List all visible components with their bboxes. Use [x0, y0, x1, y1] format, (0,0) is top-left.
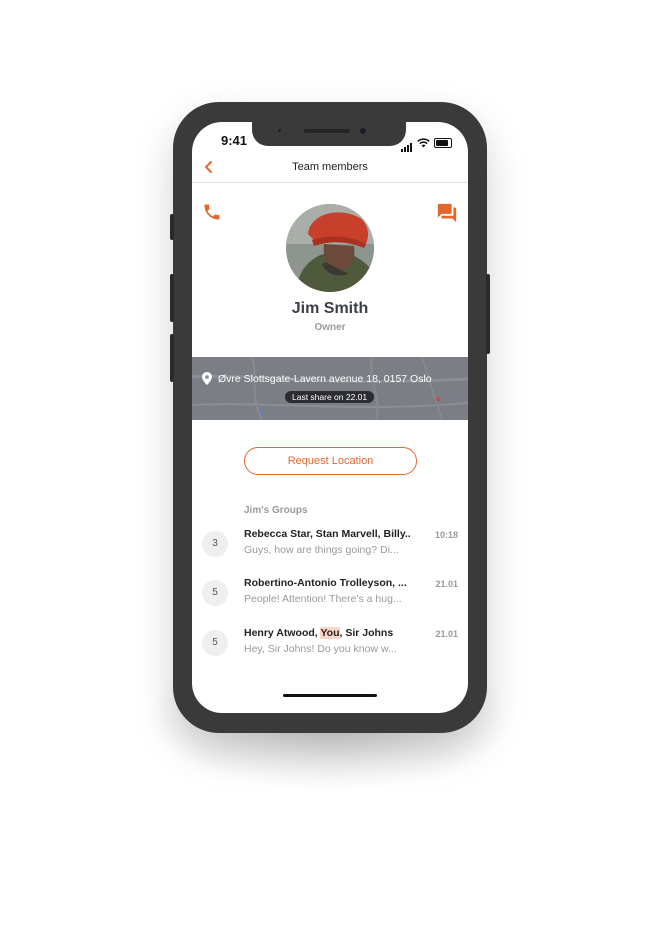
avatar	[286, 204, 374, 292]
volume-up-button	[170, 274, 174, 322]
group-preview: People! Attention! There's a hug...	[244, 593, 402, 605]
profile-role: Owner	[314, 322, 346, 333]
phone-icon	[204, 204, 220, 220]
side-button	[486, 274, 490, 354]
last-share-badge: Last share on 22.01	[285, 391, 375, 403]
message-button[interactable]	[436, 202, 458, 229]
location-pin-icon	[202, 372, 212, 385]
group-time: 10:18	[434, 530, 458, 540]
group-preview: Hey, Sir Johns! Do you know w...	[244, 643, 397, 655]
group-title-end: , Sir Johns	[339, 627, 394, 639]
group-list-item[interactable]: 3 Rebecca Star, Stan Marvell, Billy.. Gu…	[202, 528, 458, 562]
page-title: Team members	[292, 161, 368, 173]
signal-icon	[401, 134, 413, 152]
chat-icon	[437, 203, 457, 223]
request-location-button[interactable]: Request Location	[244, 447, 417, 475]
group-time: 21.01	[435, 579, 458, 589]
status-icons	[401, 134, 452, 152]
mute-switch	[170, 214, 174, 240]
groups-heading: Jim's Groups	[244, 505, 308, 516]
group-title-start: Henry Atwood,	[244, 627, 321, 639]
group-preview: Guys, how are things going? Di...	[244, 544, 399, 556]
location-map[interactable]: Øvre Slottsgate-Lavern avenue 18, 0157 O…	[192, 357, 468, 420]
call-button[interactable]	[202, 202, 222, 227]
volume-down-button	[170, 334, 174, 382]
wifi-icon	[417, 138, 430, 148]
map-background	[192, 357, 468, 420]
member-count-badge: 5	[202, 580, 228, 606]
profile-photo	[286, 204, 374, 292]
member-count-badge: 3	[202, 531, 228, 557]
notch	[252, 122, 406, 146]
status-time: 9:41	[221, 133, 248, 148]
battery-icon	[434, 138, 452, 148]
nav-bar: Team members	[192, 156, 468, 183]
location-address: Øvre Slottsgate-Lavern avenue 18, 0157 O…	[218, 372, 432, 385]
home-indicator[interactable]	[283, 694, 377, 697]
group-list-item[interactable]: 5 Robertino-Antonio Trolleyson, ... Peop…	[202, 577, 458, 611]
group-title: Henry Atwood, You, Sir Johns	[244, 627, 420, 639]
group-title: Rebecca Star, Stan Marvell, Billy..	[244, 528, 411, 540]
group-time: 21.01	[435, 629, 458, 639]
address-row: Øvre Slottsgate-Lavern avenue 18, 0157 O…	[202, 372, 462, 385]
group-title-highlight: You	[320, 627, 340, 639]
member-count-badge: 5	[202, 630, 228, 656]
profile-name: Jim Smith	[291, 300, 369, 317]
group-list-item[interactable]: 5 Henry Atwood, You, Sir Johns Hey, Sir …	[202, 627, 458, 661]
phone-screen: 9:41 Team members Jim Smith Owner Øvre S…	[192, 122, 468, 713]
phone-frame: 9:41 Team members Jim Smith Owner Øvre S…	[170, 102, 490, 733]
group-title: Robertino-Antonio Trolleyson, ...	[244, 577, 407, 589]
